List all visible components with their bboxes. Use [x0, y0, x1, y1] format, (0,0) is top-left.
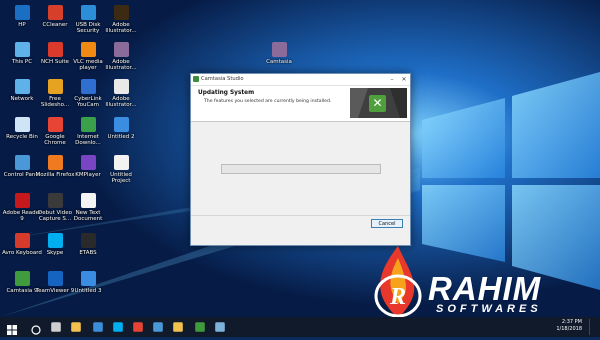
- installer-subheading: The features you selected are currently …: [204, 99, 332, 104]
- start-icon[interactable]: [6, 321, 18, 335]
- search-icon[interactable]: [30, 321, 42, 335]
- free-slideshow-icon: [47, 79, 63, 94]
- desktop-shortcut-label: New Text Document: [73, 210, 103, 223]
- hp-icon: [14, 5, 30, 20]
- chrome-icon[interactable]: [133, 322, 143, 332]
- installer-icon[interactable]: [215, 322, 225, 332]
- etabs-icon: [80, 233, 96, 248]
- control-panel-icon: [14, 155, 30, 170]
- close-icon[interactable]: ✕: [398, 74, 410, 85]
- firefox-icon: [47, 155, 63, 170]
- minimize-icon[interactable]: –: [386, 74, 398, 85]
- explorer-window-icon[interactable]: [173, 322, 183, 332]
- desktop-shortcut-label: Untitled 3: [74, 288, 102, 294]
- desktop-shortcut-label: Adobe Illustrator...: [105, 59, 137, 72]
- usb-disk-security-icon: [80, 5, 96, 20]
- task-view-icon[interactable]: [51, 322, 61, 332]
- desktop-shortcut-label: Adobe Illustrator...: [105, 22, 137, 35]
- photos-icon[interactable]: [153, 322, 163, 332]
- desktop-shortcut-label: Adobe Illustrator...: [105, 96, 137, 109]
- this-pc-icon: [14, 42, 30, 57]
- clock-date: 1/18/2018: [556, 326, 582, 332]
- recycle-bin-icon: [14, 117, 30, 132]
- kmplayer-icon: [80, 155, 96, 170]
- camtasia-small-icon: [193, 76, 199, 82]
- file-explorer-icon[interactable]: [71, 322, 81, 332]
- install-progress-bar: [221, 164, 381, 174]
- window-title: Camtasia Studio: [201, 76, 244, 82]
- text-document-icon: [80, 193, 96, 208]
- desktop-shortcut[interactable]: Adobe Illustrator...: [101, 5, 141, 35]
- debut-video-capture-icon: [47, 193, 63, 208]
- adobe-illustrator-installer-icon: [113, 42, 129, 57]
- desktop-shortcut-label: Camtasia: [266, 59, 292, 65]
- camtasia-installer-icon: [271, 42, 287, 57]
- internet-download-manager-icon: [80, 117, 96, 132]
- desktop-shortcut[interactable]: Untitled Project: [101, 155, 141, 185]
- installer-heading: Updating System: [198, 90, 255, 96]
- camtasia-logo-icon: ✕: [350, 88, 407, 118]
- teamviewer-icon: [47, 271, 63, 286]
- installer-header: Updating System The features you selecte…: [191, 86, 410, 122]
- camtasia-9-icon: [14, 271, 30, 286]
- skype-icon[interactable]: [113, 322, 123, 332]
- desktop-shortcut[interactable]: New Text Document: [68, 193, 108, 223]
- svg-text:R: R: [389, 284, 406, 310]
- watermark-subtitle: SOFTWARES: [436, 303, 542, 315]
- desktop-shortcut-label: Untitled 2: [107, 134, 135, 140]
- desktop-shortcut[interactable]: Untitled 2: [101, 117, 141, 140]
- google-chrome-icon: [47, 117, 63, 132]
- desktop-shortcut[interactable]: ETABS: [68, 233, 108, 256]
- window-titlebar[interactable]: Camtasia Studio – ✕: [191, 74, 410, 86]
- installer-window[interactable]: Camtasia Studio – ✕ Updating System The …: [190, 73, 411, 246]
- desktop-shortcut[interactable]: Adobe Illustrator...: [101, 79, 141, 109]
- adobe-illustrator-icon: [113, 5, 129, 20]
- cancel-button[interactable]: Cancel: [371, 219, 403, 228]
- taskbar: 2:37 PM 1/18/2018: [0, 317, 600, 337]
- nch-suite-icon: [47, 42, 63, 57]
- rahim-softwares-logo: R: [374, 246, 422, 318]
- skype-icon: [47, 233, 63, 248]
- installer-body: Cancel: [191, 122, 410, 232]
- untitled-3-icon: [80, 271, 96, 286]
- store-icon[interactable]: [93, 322, 103, 332]
- desktop-shortcut[interactable]: Adobe Illustrator...: [101, 42, 141, 72]
- cyberlink-youcam-icon: [80, 79, 96, 94]
- ccleaner-icon: [47, 5, 63, 20]
- clock-time: 2:37 PM: [561, 319, 582, 325]
- adobe-reader-icon: [14, 193, 30, 208]
- taskbar-clock[interactable]: 2:37 PM 1/18/2018: [556, 319, 582, 333]
- camtasia-mark-icon: ✕: [369, 95, 386, 112]
- adobe-illustrator-doc-icon: [113, 79, 129, 94]
- avro-keyboard-icon: [14, 233, 30, 248]
- untitled-2-icon: [113, 117, 129, 132]
- show-desktop-button[interactable]: [589, 319, 598, 335]
- vlc-icon: [80, 42, 96, 57]
- desktop-shortcut-label: ETABS: [79, 250, 97, 256]
- camtasia-icon[interactable]: [195, 322, 205, 332]
- untitled-project-icon: [113, 155, 129, 170]
- desktop-shortcut[interactable]: Camtasia: [259, 42, 299, 65]
- desktop-shortcut-label: Untitled Project: [110, 172, 132, 185]
- desktop-shortcut[interactable]: Untitled 3: [68, 271, 108, 294]
- network-icon: [14, 79, 30, 94]
- installer-footer: Cancel: [191, 215, 410, 232]
